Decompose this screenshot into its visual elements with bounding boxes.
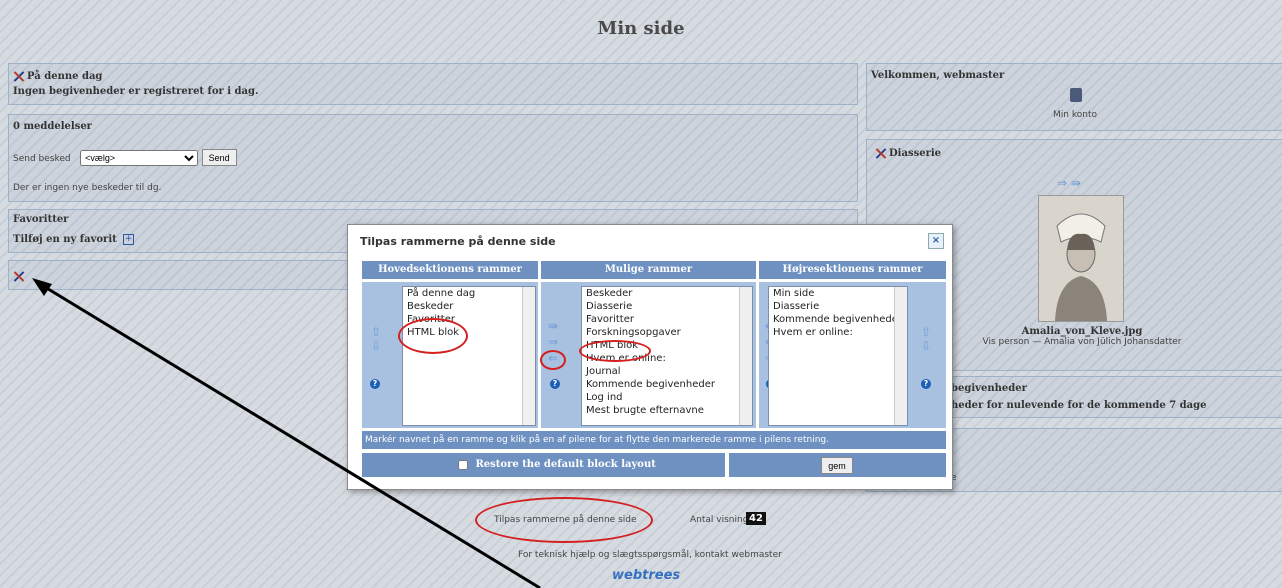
dialog-instructions: Markér navnet på en ramme og klik på en … <box>362 431 946 449</box>
right-blocks-list[interactable]: Min side Diasserie Kommende begivenheder… <box>768 286 908 426</box>
restore-checkbox[interactable] <box>458 459 468 470</box>
list-item[interactable]: Min side <box>769 287 907 300</box>
customize-blocks-dialog: Tilpas rammerne på denne side × Hovedsek… <box>347 224 953 490</box>
recipient-select[interactable]: <vælg> <box>80 149 199 166</box>
move-down-icon[interactable]: ⇩ <box>371 340 381 352</box>
messages-title: 0 meddelelser <box>13 121 92 132</box>
edit-block-icon[interactable] <box>13 71 24 82</box>
on-this-day-text: Ingen begivenheder er registreret for i … <box>13 86 259 97</box>
send-button[interactable]: Send <box>201 149 237 166</box>
edit-block-icon[interactable] <box>13 271 24 282</box>
help-icon[interactable]: ? <box>370 379 380 389</box>
save-button[interactable]: gem <box>821 457 853 474</box>
messages-panel: 0 meddelelser Send besked <vælg> Send De… <box>8 114 858 202</box>
list-item[interactable]: Hvem er online: <box>769 326 907 339</box>
main-section-header: Hovedsektionens rammer <box>362 261 538 279</box>
move-up-icon[interactable]: ⇧ <box>921 326 931 338</box>
list-item[interactable]: Mest brugte efternavne <box>582 404 752 417</box>
list-item[interactable]: Kommende begivenheder <box>769 313 907 326</box>
annotation-oval <box>579 340 651 362</box>
list-item[interactable]: På denne dag <box>403 287 535 300</box>
welcome-panel: Velkommen, webmaster Min konto <box>866 63 1282 131</box>
annotation-oval <box>398 318 468 354</box>
contact-prefix: For teknisk hjælp og slægtsspørgsmål, ko… <box>518 550 729 560</box>
dialog-title: Tilpas rammerne på denne side <box>360 235 556 248</box>
restore-row: Restore the default block layout <box>362 453 725 477</box>
page-title: Min side <box>597 18 685 39</box>
contact-text: For teknisk hjælp og slægtsspørgsmål, ko… <box>518 550 782 560</box>
annotation-oval <box>540 350 566 370</box>
list-item[interactable]: Favoritter <box>582 313 752 326</box>
my-account-link[interactable]: Min konto <box>867 110 1282 120</box>
scrollbar[interactable] <box>894 287 907 425</box>
help-icon[interactable]: ? <box>550 379 560 389</box>
possible-blocks-header: Mulige rammer <box>541 261 756 279</box>
scrollbar[interactable] <box>522 287 535 425</box>
edit-block-icon[interactable] <box>875 148 886 159</box>
scrollbar[interactable] <box>739 287 752 425</box>
list-item[interactable]: Journal <box>582 365 752 378</box>
events-text: heder for nulevende for de kommende 7 da… <box>951 400 1207 411</box>
views-counter: 42 <box>746 512 766 525</box>
move-right-icon[interactable]: ⇛ <box>548 320 558 332</box>
close-icon[interactable]: × <box>928 233 944 249</box>
webmaster-link[interactable]: webmaster <box>731 550 781 560</box>
list-item[interactable]: Kommende begivenheder <box>582 378 752 391</box>
list-item[interactable]: Beskeder <box>582 287 752 300</box>
account-icon[interactable] <box>1070 88 1082 102</box>
welcome-title: Velkommen, webmaster <box>871 70 1005 81</box>
move-up-icon[interactable]: ⇧ <box>371 326 381 338</box>
add-favorite-link[interactable]: Tilføj en ny favorit <box>13 234 117 245</box>
slideshow-title: Diasserie <box>889 148 942 159</box>
list-item[interactable]: Diasserie <box>582 300 752 313</box>
right-section-lane: ⇚ ⇐ ⇒ ? Min side Diasserie Kommende begi… <box>759 282 946 428</box>
events-title: begivenheder <box>951 383 1027 394</box>
list-item[interactable]: Diasserie <box>769 300 907 313</box>
main-section-lane: ⇧ ⇩ ? På denne dag Beskeder Favoritter H… <box>362 282 538 428</box>
list-item[interactable]: Beskeder <box>403 300 535 313</box>
slideshow-controls[interactable]: ⇒ ⇛ <box>1057 176 1081 190</box>
save-row: gem <box>729 453 946 477</box>
main-blocks-list[interactable]: På denne dag Beskeder Favoritter HTML bl… <box>402 286 536 426</box>
on-this-day-panel: På denne dag Ingen begivenheder er regis… <box>8 63 858 105</box>
move-down-icon[interactable]: ⇩ <box>921 340 931 352</box>
no-messages-text: Der er ingen nye beskeder til dg. <box>13 183 162 193</box>
add-favorite-icon[interactable]: + <box>123 233 135 245</box>
list-item[interactable]: Forskningsopgaver <box>582 326 752 339</box>
right-section-header: Højresektionens rammer <box>759 261 946 279</box>
webtrees-logo[interactable]: webtrees <box>612 568 680 583</box>
portrait-image[interactable] <box>1038 195 1124 322</box>
move-right-icon[interactable]: ⇒ <box>548 336 558 348</box>
help-icon[interactable]: ? <box>921 379 931 389</box>
annotation-oval <box>475 497 653 543</box>
list-item[interactable]: Log ind <box>582 391 752 404</box>
on-this-day-title: På denne dag <box>27 71 103 82</box>
send-label: Send besked <box>13 153 71 164</box>
favorites-title: Favoritter <box>13 214 69 225</box>
restore-label[interactable]: Restore the default block layout <box>475 459 655 470</box>
